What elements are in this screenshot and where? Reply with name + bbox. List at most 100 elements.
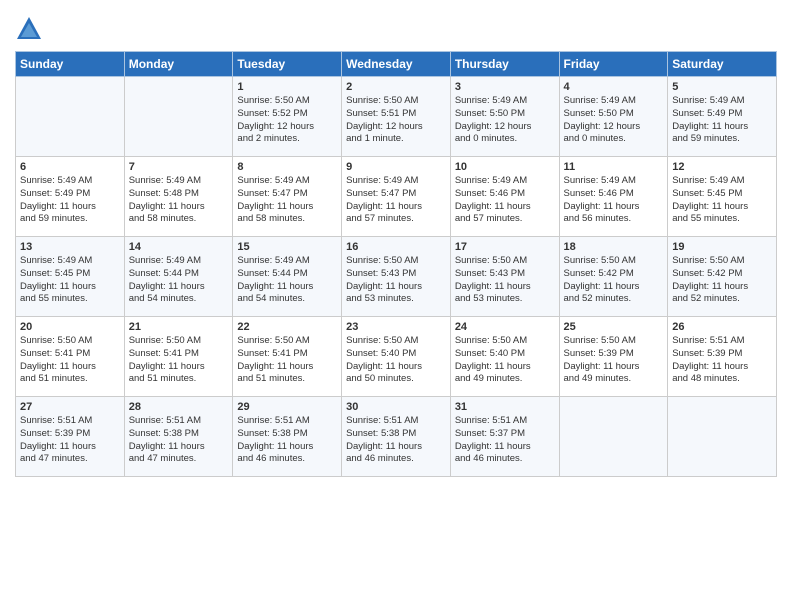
day-info: Sunrise: 5:49 AM Sunset: 5:50 PM Dayligh… <box>455 95 555 146</box>
day-number: 29 <box>237 401 337 413</box>
day-number: 4 <box>564 81 664 93</box>
calendar-cell: 27 Sunrise: 5:51 AM Sunset: 5:39 PM Dayli… <box>16 397 125 477</box>
day-info: Sunrise: 5:50 AM Sunset: 5:43 PM Dayligh… <box>455 255 555 306</box>
day-number: 8 <box>237 161 337 173</box>
day-info: Sunrise: 5:50 AM Sunset: 5:43 PM Dayligh… <box>346 255 446 306</box>
day-number: 21 <box>129 321 229 333</box>
calendar-cell: 10 Sunrise: 5:49 AM Sunset: 5:46 PM Dayli… <box>450 157 559 237</box>
day-number: 3 <box>455 81 555 93</box>
day-info: Sunrise: 5:49 AM Sunset: 5:49 PM Dayligh… <box>20 175 120 226</box>
weekday-header-wednesday: Wednesday <box>342 52 451 77</box>
day-number: 25 <box>564 321 664 333</box>
day-info: Sunrise: 5:51 AM Sunset: 5:38 PM Dayligh… <box>237 415 337 466</box>
day-info: Sunrise: 5:49 AM Sunset: 5:47 PM Dayligh… <box>237 175 337 226</box>
day-number: 17 <box>455 241 555 253</box>
logo-icon <box>15 15 43 43</box>
calendar-cell: 15 Sunrise: 5:49 AM Sunset: 5:44 PM Dayli… <box>233 237 342 317</box>
calendar-cell: 2Sunrise: 5:50 AM Sunset: 5:51 PM Daylig… <box>342 77 451 157</box>
day-info: Sunrise: 5:49 AM Sunset: 5:49 PM Dayligh… <box>672 95 772 146</box>
week-row-5: 27 Sunrise: 5:51 AM Sunset: 5:39 PM Dayli… <box>16 397 777 477</box>
day-number: 11 <box>564 161 664 173</box>
day-number: 31 <box>455 401 555 413</box>
page: SundayMondayTuesdayWednesdayThursdayFrid… <box>0 0 792 612</box>
day-info: Sunrise: 5:50 AM Sunset: 5:42 PM Dayligh… <box>672 255 772 306</box>
calendar-cell: 18Sunrise: 5:50 AM Sunset: 5:42 PM Dayli… <box>559 237 668 317</box>
day-info: Sunrise: 5:49 AM Sunset: 5:47 PM Dayligh… <box>346 175 446 226</box>
day-number: 26 <box>672 321 772 333</box>
calendar-cell: 19 Sunrise: 5:50 AM Sunset: 5:42 PM Dayli… <box>668 237 777 317</box>
calendar-cell: 3 Sunrise: 5:49 AM Sunset: 5:50 PM Daylig… <box>450 77 559 157</box>
week-row-4: 20 Sunrise: 5:50 AM Sunset: 5:41 PM Dayli… <box>16 317 777 397</box>
day-number: 19 <box>672 241 772 253</box>
calendar-cell: 12 Sunrise: 5:49 AM Sunset: 5:45 PM Dayli… <box>668 157 777 237</box>
calendar-cell: 23 Sunrise: 5:50 AM Sunset: 5:40 PM Dayli… <box>342 317 451 397</box>
calendar-cell: 30 Sunrise: 5:51 AM Sunset: 5:38 PM Dayli… <box>342 397 451 477</box>
calendar-cell: 7Sunrise: 5:49 AM Sunset: 5:48 PM Daylig… <box>124 157 233 237</box>
day-info: Sunrise: 5:50 AM Sunset: 5:41 PM Dayligh… <box>129 335 229 386</box>
day-info: Sunrise: 5:50 AM Sunset: 5:39 PM Dayligh… <box>564 335 664 386</box>
calendar-cell: 16Sunrise: 5:50 AM Sunset: 5:43 PM Dayli… <box>342 237 451 317</box>
day-info: Sunrise: 5:50 AM Sunset: 5:41 PM Dayligh… <box>237 335 337 386</box>
day-number: 27 <box>20 401 120 413</box>
week-row-2: 6Sunrise: 5:49 AM Sunset: 5:49 PM Daylig… <box>16 157 777 237</box>
weekday-header-monday: Monday <box>124 52 233 77</box>
calendar-cell: 14Sunrise: 5:49 AM Sunset: 5:44 PM Dayli… <box>124 237 233 317</box>
calendar-cell: 8 Sunrise: 5:49 AM Sunset: 5:47 PM Daylig… <box>233 157 342 237</box>
day-info: Sunrise: 5:50 AM Sunset: 5:41 PM Dayligh… <box>20 335 120 386</box>
day-info: Sunrise: 5:50 AM Sunset: 5:51 PM Dayligh… <box>346 95 446 146</box>
day-number: 13 <box>20 241 120 253</box>
calendar-cell: 26 Sunrise: 5:51 AM Sunset: 5:39 PM Dayli… <box>668 317 777 397</box>
day-number: 18 <box>564 241 664 253</box>
day-number: 30 <box>346 401 446 413</box>
logo <box>15 15 46 43</box>
calendar-cell: 17 Sunrise: 5:50 AM Sunset: 5:43 PM Dayli… <box>450 237 559 317</box>
day-info: Sunrise: 5:51 AM Sunset: 5:39 PM Dayligh… <box>672 335 772 386</box>
header-row: SundayMondayTuesdayWednesdayThursdayFrid… <box>16 52 777 77</box>
calendar-cell: 1 Sunrise: 5:50 AM Sunset: 5:52 PM Daylig… <box>233 77 342 157</box>
day-number: 10 <box>455 161 555 173</box>
day-number: 1 <box>237 81 337 93</box>
day-number: 20 <box>20 321 120 333</box>
calendar-cell: 28 Sunrise: 5:51 AM Sunset: 5:38 PM Dayli… <box>124 397 233 477</box>
day-info: Sunrise: 5:50 AM Sunset: 5:52 PM Dayligh… <box>237 95 337 146</box>
day-number: 28 <box>129 401 229 413</box>
calendar-cell: 6Sunrise: 5:49 AM Sunset: 5:49 PM Daylig… <box>16 157 125 237</box>
day-info: Sunrise: 5:49 AM Sunset: 5:46 PM Dayligh… <box>564 175 664 226</box>
calendar-cell: 11 Sunrise: 5:49 AM Sunset: 5:46 PM Dayli… <box>559 157 668 237</box>
day-number: 12 <box>672 161 772 173</box>
weekday-header-tuesday: Tuesday <box>233 52 342 77</box>
day-number: 24 <box>455 321 555 333</box>
day-info: Sunrise: 5:49 AM Sunset: 5:45 PM Dayligh… <box>672 175 772 226</box>
day-number: 5 <box>672 81 772 93</box>
calendar-cell: 21 Sunrise: 5:50 AM Sunset: 5:41 PM Dayli… <box>124 317 233 397</box>
day-number: 9 <box>346 161 446 173</box>
header <box>15 10 777 43</box>
week-row-1: 1 Sunrise: 5:50 AM Sunset: 5:52 PM Daylig… <box>16 77 777 157</box>
calendar-cell: 24 Sunrise: 5:50 AM Sunset: 5:40 PM Dayli… <box>450 317 559 397</box>
day-info: Sunrise: 5:49 AM Sunset: 5:46 PM Dayligh… <box>455 175 555 226</box>
day-number: 14 <box>129 241 229 253</box>
calendar-cell <box>668 397 777 477</box>
day-number: 22 <box>237 321 337 333</box>
calendar-cell: 4 Sunrise: 5:49 AM Sunset: 5:50 PM Daylig… <box>559 77 668 157</box>
calendar-cell: 20 Sunrise: 5:50 AM Sunset: 5:41 PM Dayli… <box>16 317 125 397</box>
day-number: 7 <box>129 161 229 173</box>
weekday-header-sunday: Sunday <box>16 52 125 77</box>
weekday-header-thursday: Thursday <box>450 52 559 77</box>
calendar-cell: 22 Sunrise: 5:50 AM Sunset: 5:41 PM Dayli… <box>233 317 342 397</box>
day-info: Sunrise: 5:49 AM Sunset: 5:44 PM Dayligh… <box>237 255 337 306</box>
day-info: Sunrise: 5:51 AM Sunset: 5:37 PM Dayligh… <box>455 415 555 466</box>
day-info: Sunrise: 5:50 AM Sunset: 5:40 PM Dayligh… <box>455 335 555 386</box>
day-info: Sunrise: 5:50 AM Sunset: 5:40 PM Dayligh… <box>346 335 446 386</box>
day-info: Sunrise: 5:51 AM Sunset: 5:38 PM Dayligh… <box>346 415 446 466</box>
day-number: 23 <box>346 321 446 333</box>
day-info: Sunrise: 5:51 AM Sunset: 5:38 PM Dayligh… <box>129 415 229 466</box>
calendar-cell: 13 Sunrise: 5:49 AM Sunset: 5:45 PM Dayli… <box>16 237 125 317</box>
calendar-cell: 29 Sunrise: 5:51 AM Sunset: 5:38 PM Dayli… <box>233 397 342 477</box>
day-info: Sunrise: 5:49 AM Sunset: 5:45 PM Dayligh… <box>20 255 120 306</box>
calendar-cell: 31 Sunrise: 5:51 AM Sunset: 5:37 PM Dayli… <box>450 397 559 477</box>
day-number: 15 <box>237 241 337 253</box>
week-row-3: 13 Sunrise: 5:49 AM Sunset: 5:45 PM Dayli… <box>16 237 777 317</box>
day-info: Sunrise: 5:51 AM Sunset: 5:39 PM Dayligh… <box>20 415 120 466</box>
day-info: Sunrise: 5:49 AM Sunset: 5:50 PM Dayligh… <box>564 95 664 146</box>
